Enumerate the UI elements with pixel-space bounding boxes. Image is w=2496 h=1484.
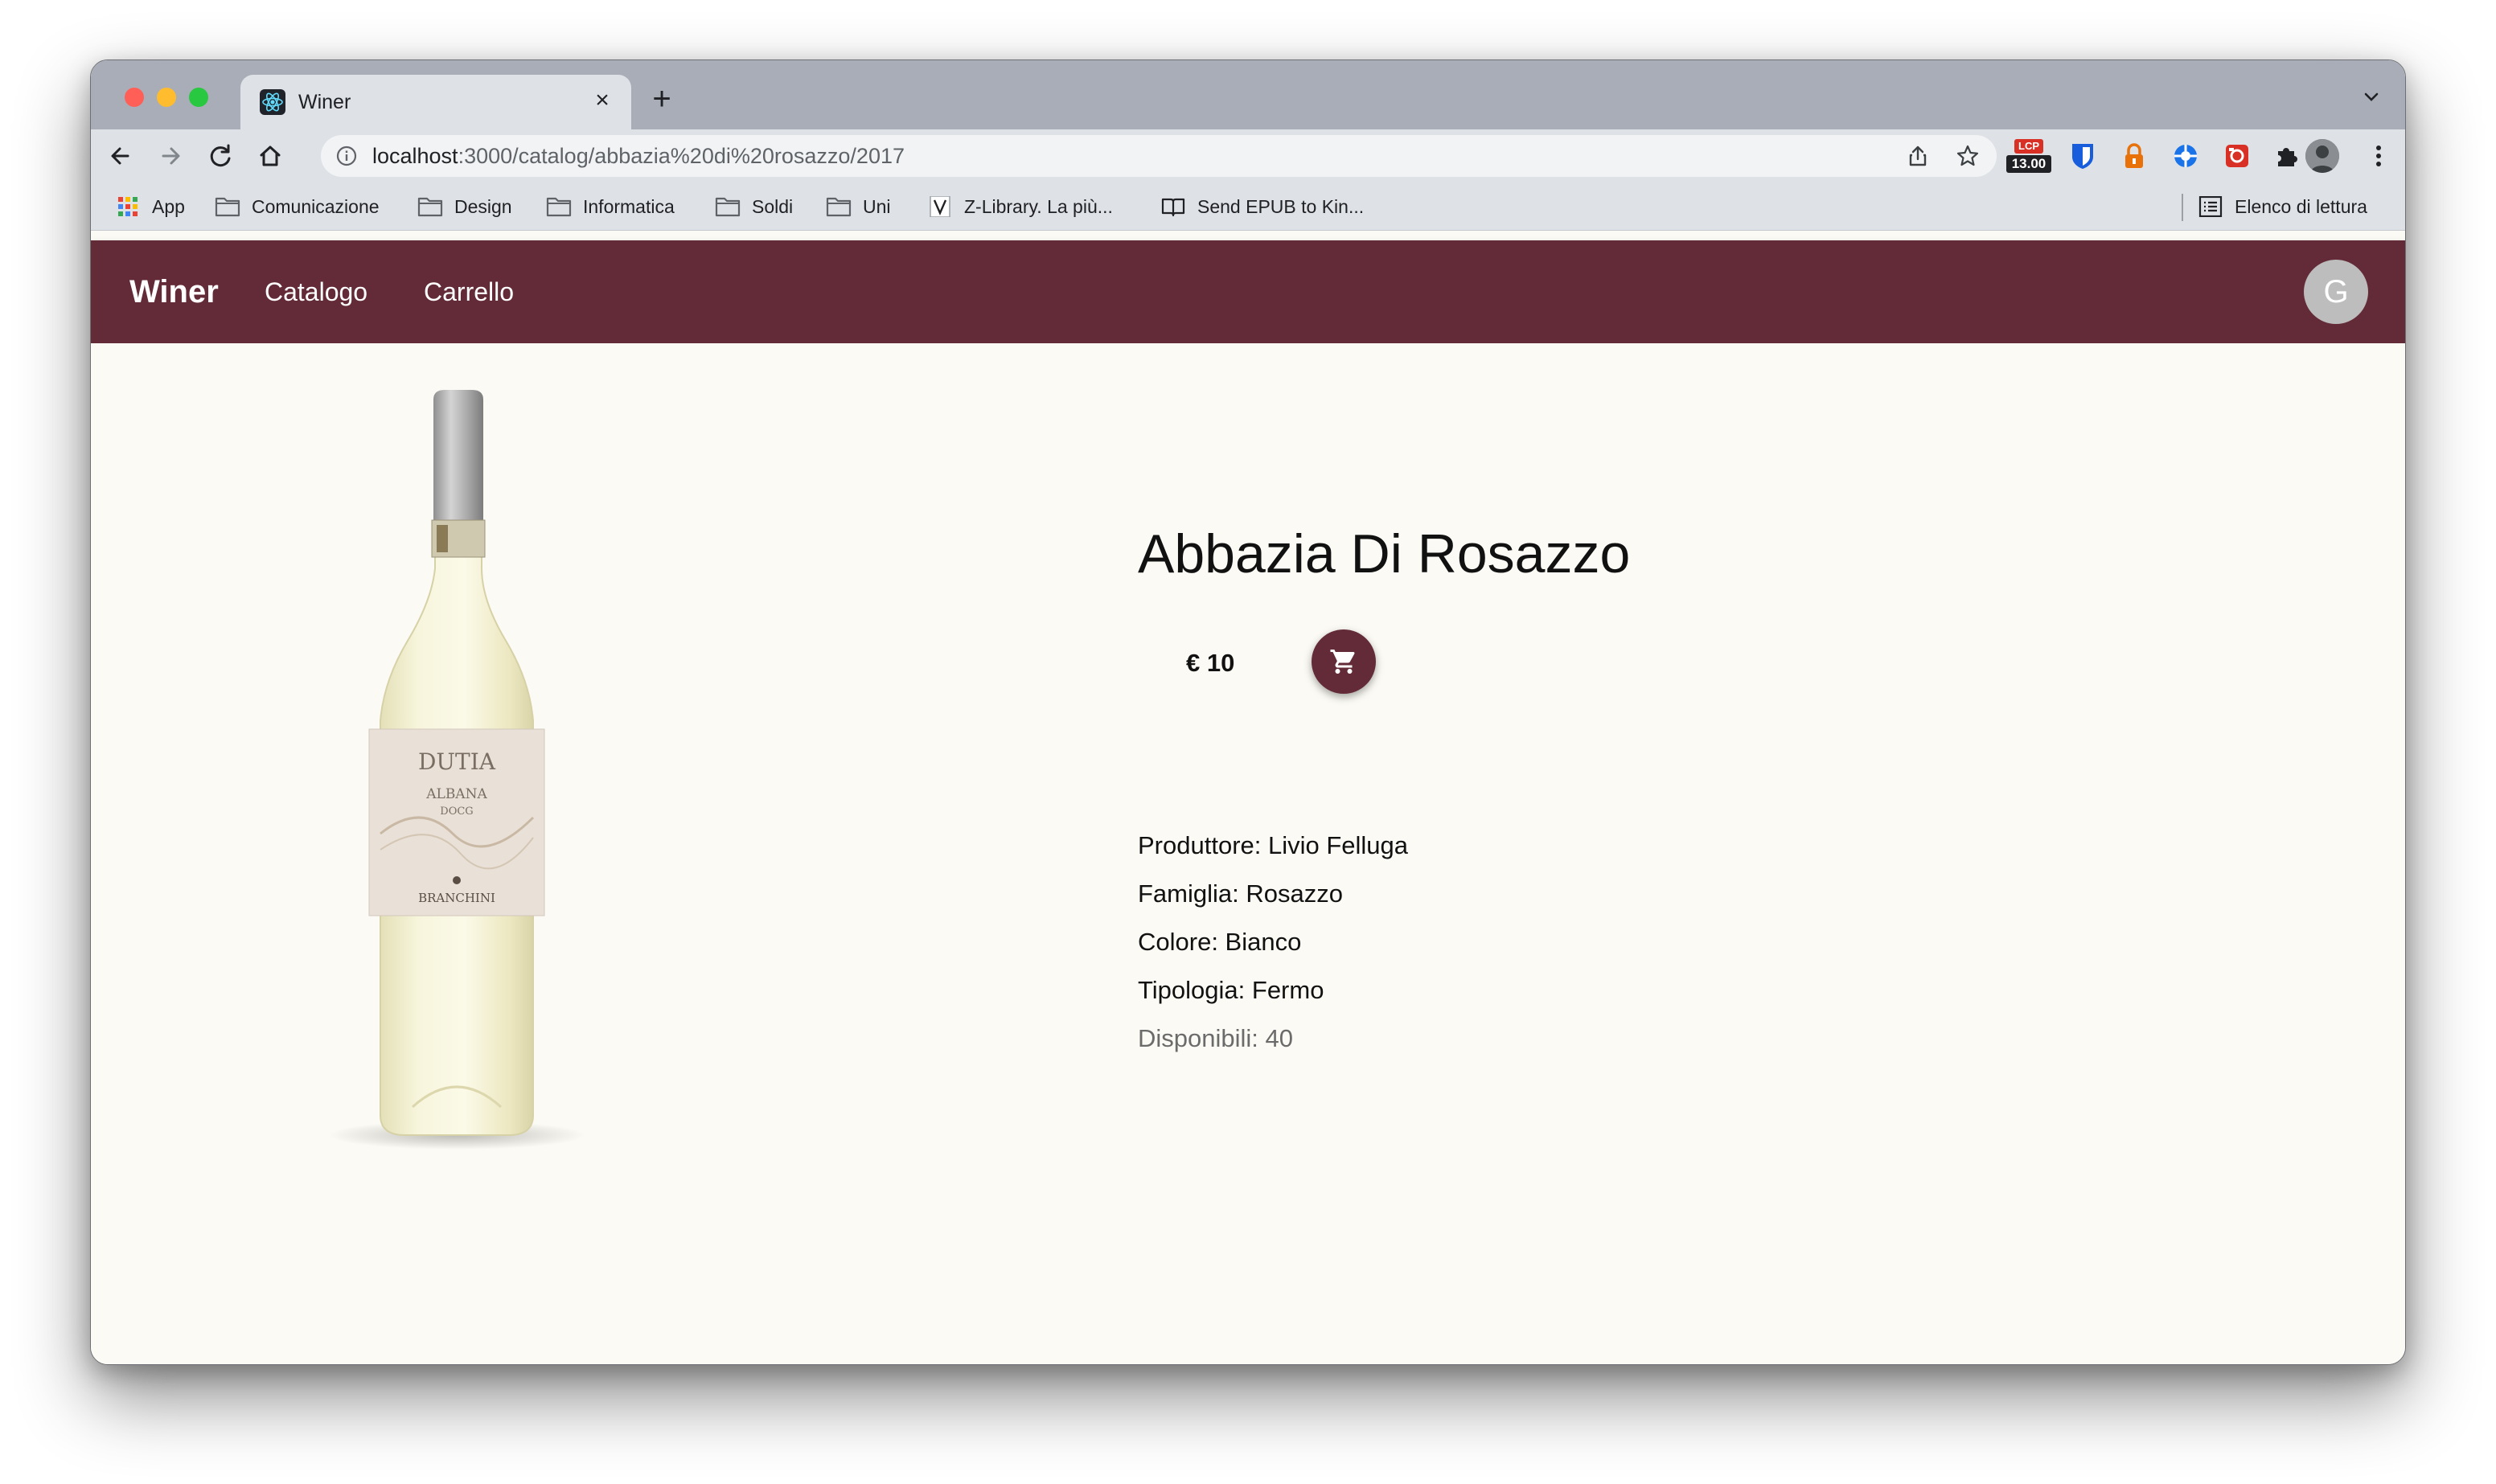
close-tab-icon[interactable]: ×: [588, 86, 617, 115]
bookmark-folder-informatica[interactable]: Informatica: [546, 194, 675, 219]
forward-button[interactable]: [154, 139, 187, 173]
tab-strip: Winer × +: [91, 60, 2405, 129]
chevron-down-icon[interactable]: [2358, 84, 2384, 110]
bookmark-send-epub[interactable]: Send EPUB to Kin...: [1160, 194, 1364, 219]
profile-avatar[interactable]: [2305, 139, 2339, 173]
lifebuoy-extension-icon[interactable]: [2170, 141, 2201, 171]
reading-list-button[interactable]: Elenco di lettura: [2198, 194, 2367, 219]
profile-photo-icon: [2305, 139, 2339, 173]
back-button[interactable]: [104, 139, 138, 173]
product-family: Famiglia: Rosazzo: [1138, 879, 1343, 908]
lock-extension-icon[interactable]: [2119, 141, 2149, 171]
shopping-cart-icon: [1330, 650, 1355, 674]
user-avatar[interactable]: G: [2304, 260, 2368, 324]
nav-catalogo[interactable]: Catalogo: [265, 274, 367, 310]
reload-button[interactable]: [203, 139, 237, 173]
bottle-label-line2: DOCG: [440, 806, 473, 818]
lcp-extension-button[interactable]: LCP 13.00: [2006, 137, 2051, 174]
address-bar[interactable]: localhost:3000/catalog/abbazia%20di%20ro…: [321, 135, 1997, 177]
lcp-badge-label: LCP: [2014, 139, 2043, 154]
product-title: Abbazia Di Rosazzo: [1138, 523, 1631, 584]
bookmark-label: Design: [454, 195, 512, 217]
bookmark-label: Uni: [863, 195, 891, 217]
react-icon: [260, 89, 285, 115]
url-path: :3000/catalog/abbazia%20di%20rosazzo/201…: [458, 144, 905, 168]
browser-window: Winer × + localhost:3000/catalog/abbazia…: [90, 59, 2406, 1365]
browser-tab-active[interactable]: Winer ×: [240, 75, 631, 129]
tab-title: Winer: [298, 91, 351, 113]
product-type: Tipologia: Fermo: [1138, 976, 1324, 1004]
bookmark-label: Comunicazione: [252, 195, 380, 217]
bookmark-folder-comunicazione[interactable]: Comunicazione: [215, 194, 380, 219]
home-icon: [260, 146, 281, 166]
folder-icon: [215, 197, 240, 217]
book-icon: [1161, 198, 1185, 217]
product-producer: Produttore: Livio Felluga: [1138, 831, 1409, 859]
bottle-label-line1: ALBANA: [425, 786, 487, 802]
product-color: Colore: Bianco: [1138, 928, 1302, 956]
bookmark-label: Send EPUB to Kin...: [1197, 195, 1365, 217]
app-header: Winer Catalogo Carrello G: [91, 240, 2405, 343]
screenshot-extension-icon[interactable]: [2222, 141, 2252, 171]
reload-icon: [210, 144, 231, 167]
extensions-puzzle-icon[interactable]: [2272, 141, 2302, 171]
folder-icon: [826, 197, 852, 217]
bookmark-label: Soldi: [752, 195, 794, 217]
arrow-left-icon: [111, 147, 129, 165]
apps-grid-icon: [118, 197, 138, 216]
home-button[interactable]: [253, 139, 287, 173]
folder-icon: [417, 197, 443, 217]
share-icon[interactable]: [1905, 143, 1931, 169]
add-to-cart-button[interactable]: [1312, 629, 1376, 694]
app-brand[interactable]: Winer: [129, 273, 219, 311]
bookmarks-bar: App Comunicazione Design Informatica Sol…: [91, 182, 2405, 231]
more-vertical-icon[interactable]: [2363, 141, 2394, 171]
bookmark-z-library[interactable]: Z-Library. La più...: [927, 194, 1113, 219]
bookmark-label: Z-Library. La più...: [964, 195, 1113, 217]
bookmark-folder-design[interactable]: Design: [417, 194, 512, 219]
nav-carrello[interactable]: Carrello: [424, 274, 514, 310]
close-window-button[interactable]: [125, 88, 144, 107]
maximize-window-button[interactable]: [189, 88, 208, 107]
reading-list-icon: [2198, 196, 2223, 217]
bookmark-folder-soldi[interactable]: Soldi: [715, 194, 793, 219]
bottle-label-name: DUTIA: [418, 748, 496, 775]
lcp-badge-value: 13.00: [2006, 155, 2051, 173]
product-availability: Disponibili: 40: [1138, 1024, 1293, 1052]
product-price: € 10: [1186, 649, 1235, 677]
new-tab-button[interactable]: +: [646, 83, 678, 115]
product-page: DUTIA ALBANA DOCG BRANCHINI Abbazia Di R…: [91, 343, 2405, 1364]
folder-icon: [546, 197, 572, 217]
bookmarks-separator: [2182, 194, 2183, 221]
z-library-icon: [930, 196, 950, 217]
url-host: localhost: [372, 144, 458, 168]
minimize-window-button[interactable]: [157, 88, 176, 107]
folder-icon: [715, 197, 741, 217]
bookmark-star-icon[interactable]: [1955, 143, 1981, 169]
url-text[interactable]: localhost:3000/catalog/abbazia%20di%20ro…: [372, 144, 905, 168]
bitwarden-shield-icon[interactable]: [2067, 141, 2098, 171]
bookmark-app[interactable]: App: [115, 194, 185, 219]
info-icon[interactable]: [335, 145, 358, 167]
bookmark-folder-uni[interactable]: Uni: [826, 194, 891, 219]
reading-list-label: Elenco di lettura: [2235, 195, 2367, 217]
bottle-label-maker: BRANCHINI: [418, 891, 495, 905]
bookmark-label: Informatica: [583, 195, 675, 217]
wine-bottle-image: DUTIA ALBANA DOCG BRANCHINI: [328, 390, 585, 1150]
browser-toolbar: localhost:3000/catalog/abbazia%20di%20ro…: [91, 129, 2405, 182]
arrow-right-icon: [162, 147, 180, 165]
bookmark-label: App: [152, 195, 185, 217]
